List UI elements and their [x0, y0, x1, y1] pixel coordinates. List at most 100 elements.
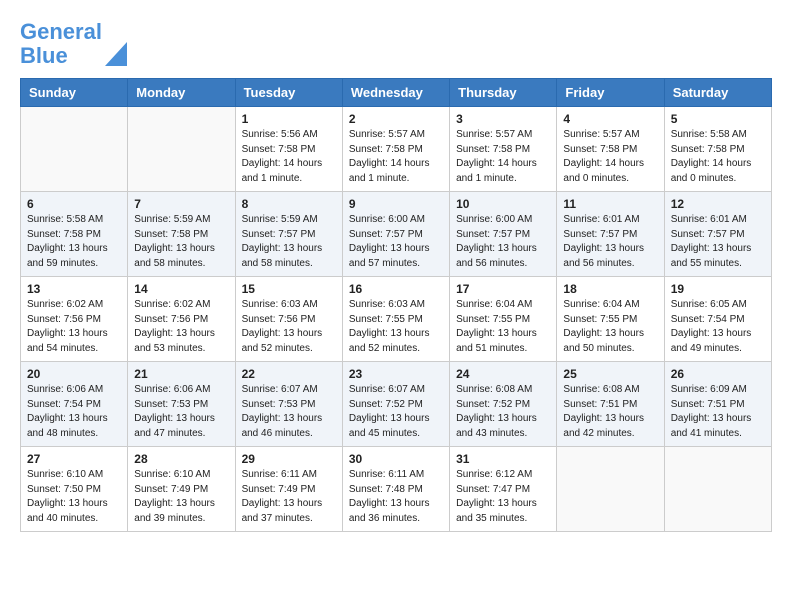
- day-info: Sunrise: 5:57 AMSunset: 7:58 PMDaylight:…: [349, 128, 443, 186]
- calendar-cell: 10 Sunrise: 6:00 AMSunset: 7:57 PMDayligh…: [450, 192, 557, 277]
- day-number: 2: [349, 112, 443, 126]
- calendar-cell: 12 Sunrise: 6:01 AMSunset: 7:57 PMDayligh…: [664, 192, 771, 277]
- day-number: 1: [242, 112, 336, 126]
- day-number: 12: [671, 197, 765, 211]
- day-info: Sunrise: 5:56 AMSunset: 7:58 PMDaylight:…: [242, 128, 336, 186]
- day-number: 27: [27, 452, 121, 466]
- day-info: Sunrise: 5:59 AMSunset: 7:57 PMDaylight:…: [242, 213, 336, 271]
- calendar-cell: 29 Sunrise: 6:11 AMSunset: 7:49 PMDayligh…: [235, 447, 342, 532]
- weekday-header: Sunday: [21, 79, 128, 107]
- calendar-cell: 24 Sunrise: 6:08 AMSunset: 7:52 PMDayligh…: [450, 362, 557, 447]
- day-number: 22: [242, 367, 336, 381]
- day-number: 29: [242, 452, 336, 466]
- calendar-table: SundayMondayTuesdayWednesdayThursdayFrid…: [20, 78, 772, 532]
- weekday-header: Saturday: [664, 79, 771, 107]
- calendar-cell: [21, 107, 128, 192]
- day-number: 19: [671, 282, 765, 296]
- day-info: Sunrise: 6:04 AMSunset: 7:55 PMDaylight:…: [456, 298, 550, 356]
- day-number: 17: [456, 282, 550, 296]
- day-info: Sunrise: 6:01 AMSunset: 7:57 PMDaylight:…: [563, 213, 657, 271]
- calendar-cell: 1 Sunrise: 5:56 AMSunset: 7:58 PMDaylight…: [235, 107, 342, 192]
- day-info: Sunrise: 5:57 AMSunset: 7:58 PMDaylight:…: [563, 128, 657, 186]
- day-info: Sunrise: 6:09 AMSunset: 7:51 PMDaylight:…: [671, 383, 765, 441]
- day-info: Sunrise: 6:11 AMSunset: 7:48 PMDaylight:…: [349, 468, 443, 526]
- day-info: Sunrise: 6:12 AMSunset: 7:47 PMDaylight:…: [456, 468, 550, 526]
- calendar-cell: 17 Sunrise: 6:04 AMSunset: 7:55 PMDayligh…: [450, 277, 557, 362]
- calendar-cell: [557, 447, 664, 532]
- calendar-cell: 13 Sunrise: 6:02 AMSunset: 7:56 PMDayligh…: [21, 277, 128, 362]
- day-number: 18: [563, 282, 657, 296]
- day-number: 7: [134, 197, 228, 211]
- calendar-cell: 26 Sunrise: 6:09 AMSunset: 7:51 PMDayligh…: [664, 362, 771, 447]
- day-info: Sunrise: 6:06 AMSunset: 7:53 PMDaylight:…: [134, 383, 228, 441]
- day-number: 20: [27, 367, 121, 381]
- day-info: Sunrise: 6:10 AMSunset: 7:50 PMDaylight:…: [27, 468, 121, 526]
- day-number: 16: [349, 282, 443, 296]
- day-number: 24: [456, 367, 550, 381]
- day-info: Sunrise: 5:58 AMSunset: 7:58 PMDaylight:…: [671, 128, 765, 186]
- calendar-cell: 28 Sunrise: 6:10 AMSunset: 7:49 PMDayligh…: [128, 447, 235, 532]
- day-info: Sunrise: 6:06 AMSunset: 7:54 PMDaylight:…: [27, 383, 121, 441]
- calendar-cell: 5 Sunrise: 5:58 AMSunset: 7:58 PMDaylight…: [664, 107, 771, 192]
- logo-text: General Blue: [20, 20, 102, 68]
- day-info: Sunrise: 5:58 AMSunset: 7:58 PMDaylight:…: [27, 213, 121, 271]
- calendar-cell: 30Sunrise: 6:11 AMSunset: 7:48 PMDayligh…: [342, 447, 449, 532]
- day-info: Sunrise: 6:02 AMSunset: 7:56 PMDaylight:…: [27, 298, 121, 356]
- calendar-week-row: 1 Sunrise: 5:56 AMSunset: 7:58 PMDaylight…: [21, 107, 772, 192]
- day-info: Sunrise: 6:02 AMSunset: 7:56 PMDaylight:…: [134, 298, 228, 356]
- day-info: Sunrise: 6:03 AMSunset: 7:56 PMDaylight:…: [242, 298, 336, 356]
- weekday-header: Friday: [557, 79, 664, 107]
- day-info: Sunrise: 6:07 AMSunset: 7:53 PMDaylight:…: [242, 383, 336, 441]
- day-number: 5: [671, 112, 765, 126]
- day-info: Sunrise: 6:07 AMSunset: 7:52 PMDaylight:…: [349, 383, 443, 441]
- day-number: 11: [563, 197, 657, 211]
- calendar-cell: [128, 107, 235, 192]
- day-number: 3: [456, 112, 550, 126]
- day-number: 26: [671, 367, 765, 381]
- calendar-cell: 14Sunrise: 6:02 AMSunset: 7:56 PMDayligh…: [128, 277, 235, 362]
- weekday-header: Tuesday: [235, 79, 342, 107]
- calendar-cell: 18 Sunrise: 6:04 AMSunset: 7:55 PMDayligh…: [557, 277, 664, 362]
- calendar-cell: 7 Sunrise: 5:59 AMSunset: 7:58 PMDaylight…: [128, 192, 235, 277]
- logo-icon: [105, 42, 127, 66]
- calendar-cell: 4Sunrise: 5:57 AMSunset: 7:58 PMDaylight…: [557, 107, 664, 192]
- day-number: 8: [242, 197, 336, 211]
- calendar-cell: 27 Sunrise: 6:10 AMSunset: 7:50 PMDayligh…: [21, 447, 128, 532]
- day-number: 6: [27, 197, 121, 211]
- calendar-cell: 11 Sunrise: 6:01 AMSunset: 7:57 PMDayligh…: [557, 192, 664, 277]
- day-info: Sunrise: 6:08 AMSunset: 7:52 PMDaylight:…: [456, 383, 550, 441]
- calendar-cell: 2 Sunrise: 5:57 AMSunset: 7:58 PMDaylight…: [342, 107, 449, 192]
- calendar-cell: 31 Sunrise: 6:12 AMSunset: 7:47 PMDayligh…: [450, 447, 557, 532]
- day-info: Sunrise: 6:05 AMSunset: 7:54 PMDaylight:…: [671, 298, 765, 356]
- day-info: Sunrise: 6:08 AMSunset: 7:51 PMDaylight:…: [563, 383, 657, 441]
- day-info: Sunrise: 6:00 AMSunset: 7:57 PMDaylight:…: [456, 213, 550, 271]
- calendar-header-row: SundayMondayTuesdayWednesdayThursdayFrid…: [21, 79, 772, 107]
- calendar-week-row: 13 Sunrise: 6:02 AMSunset: 7:56 PMDayligh…: [21, 277, 772, 362]
- calendar-cell: 8 Sunrise: 5:59 AMSunset: 7:57 PMDaylight…: [235, 192, 342, 277]
- day-number: 13: [27, 282, 121, 296]
- day-number: 28: [134, 452, 228, 466]
- calendar-cell: 25Sunrise: 6:08 AMSunset: 7:51 PMDayligh…: [557, 362, 664, 447]
- calendar-cell: 16 Sunrise: 6:03 AMSunset: 7:55 PMDayligh…: [342, 277, 449, 362]
- logo: General Blue: [20, 20, 127, 68]
- day-info: Sunrise: 6:10 AMSunset: 7:49 PMDaylight:…: [134, 468, 228, 526]
- day-number: 23: [349, 367, 443, 381]
- page-header: General Blue: [20, 20, 772, 68]
- calendar-week-row: 20 Sunrise: 6:06 AMSunset: 7:54 PMDayligh…: [21, 362, 772, 447]
- day-number: 31: [456, 452, 550, 466]
- day-info: Sunrise: 5:59 AMSunset: 7:58 PMDaylight:…: [134, 213, 228, 271]
- weekday-header: Monday: [128, 79, 235, 107]
- day-info: Sunrise: 6:11 AMSunset: 7:49 PMDaylight:…: [242, 468, 336, 526]
- calendar-week-row: 6 Sunrise: 5:58 AMSunset: 7:58 PMDaylight…: [21, 192, 772, 277]
- day-info: Sunrise: 6:03 AMSunset: 7:55 PMDaylight:…: [349, 298, 443, 356]
- calendar-cell: 9Sunrise: 6:00 AMSunset: 7:57 PMDaylight…: [342, 192, 449, 277]
- day-info: Sunrise: 6:04 AMSunset: 7:55 PMDaylight:…: [563, 298, 657, 356]
- day-number: 21: [134, 367, 228, 381]
- day-info: Sunrise: 6:01 AMSunset: 7:57 PMDaylight:…: [671, 213, 765, 271]
- weekday-header: Wednesday: [342, 79, 449, 107]
- day-number: 9: [349, 197, 443, 211]
- day-number: 10: [456, 197, 550, 211]
- day-info: Sunrise: 5:57 AMSunset: 7:58 PMDaylight:…: [456, 128, 550, 186]
- calendar-cell: 22 Sunrise: 6:07 AMSunset: 7:53 PMDayligh…: [235, 362, 342, 447]
- calendar-cell: 19 Sunrise: 6:05 AMSunset: 7:54 PMDayligh…: [664, 277, 771, 362]
